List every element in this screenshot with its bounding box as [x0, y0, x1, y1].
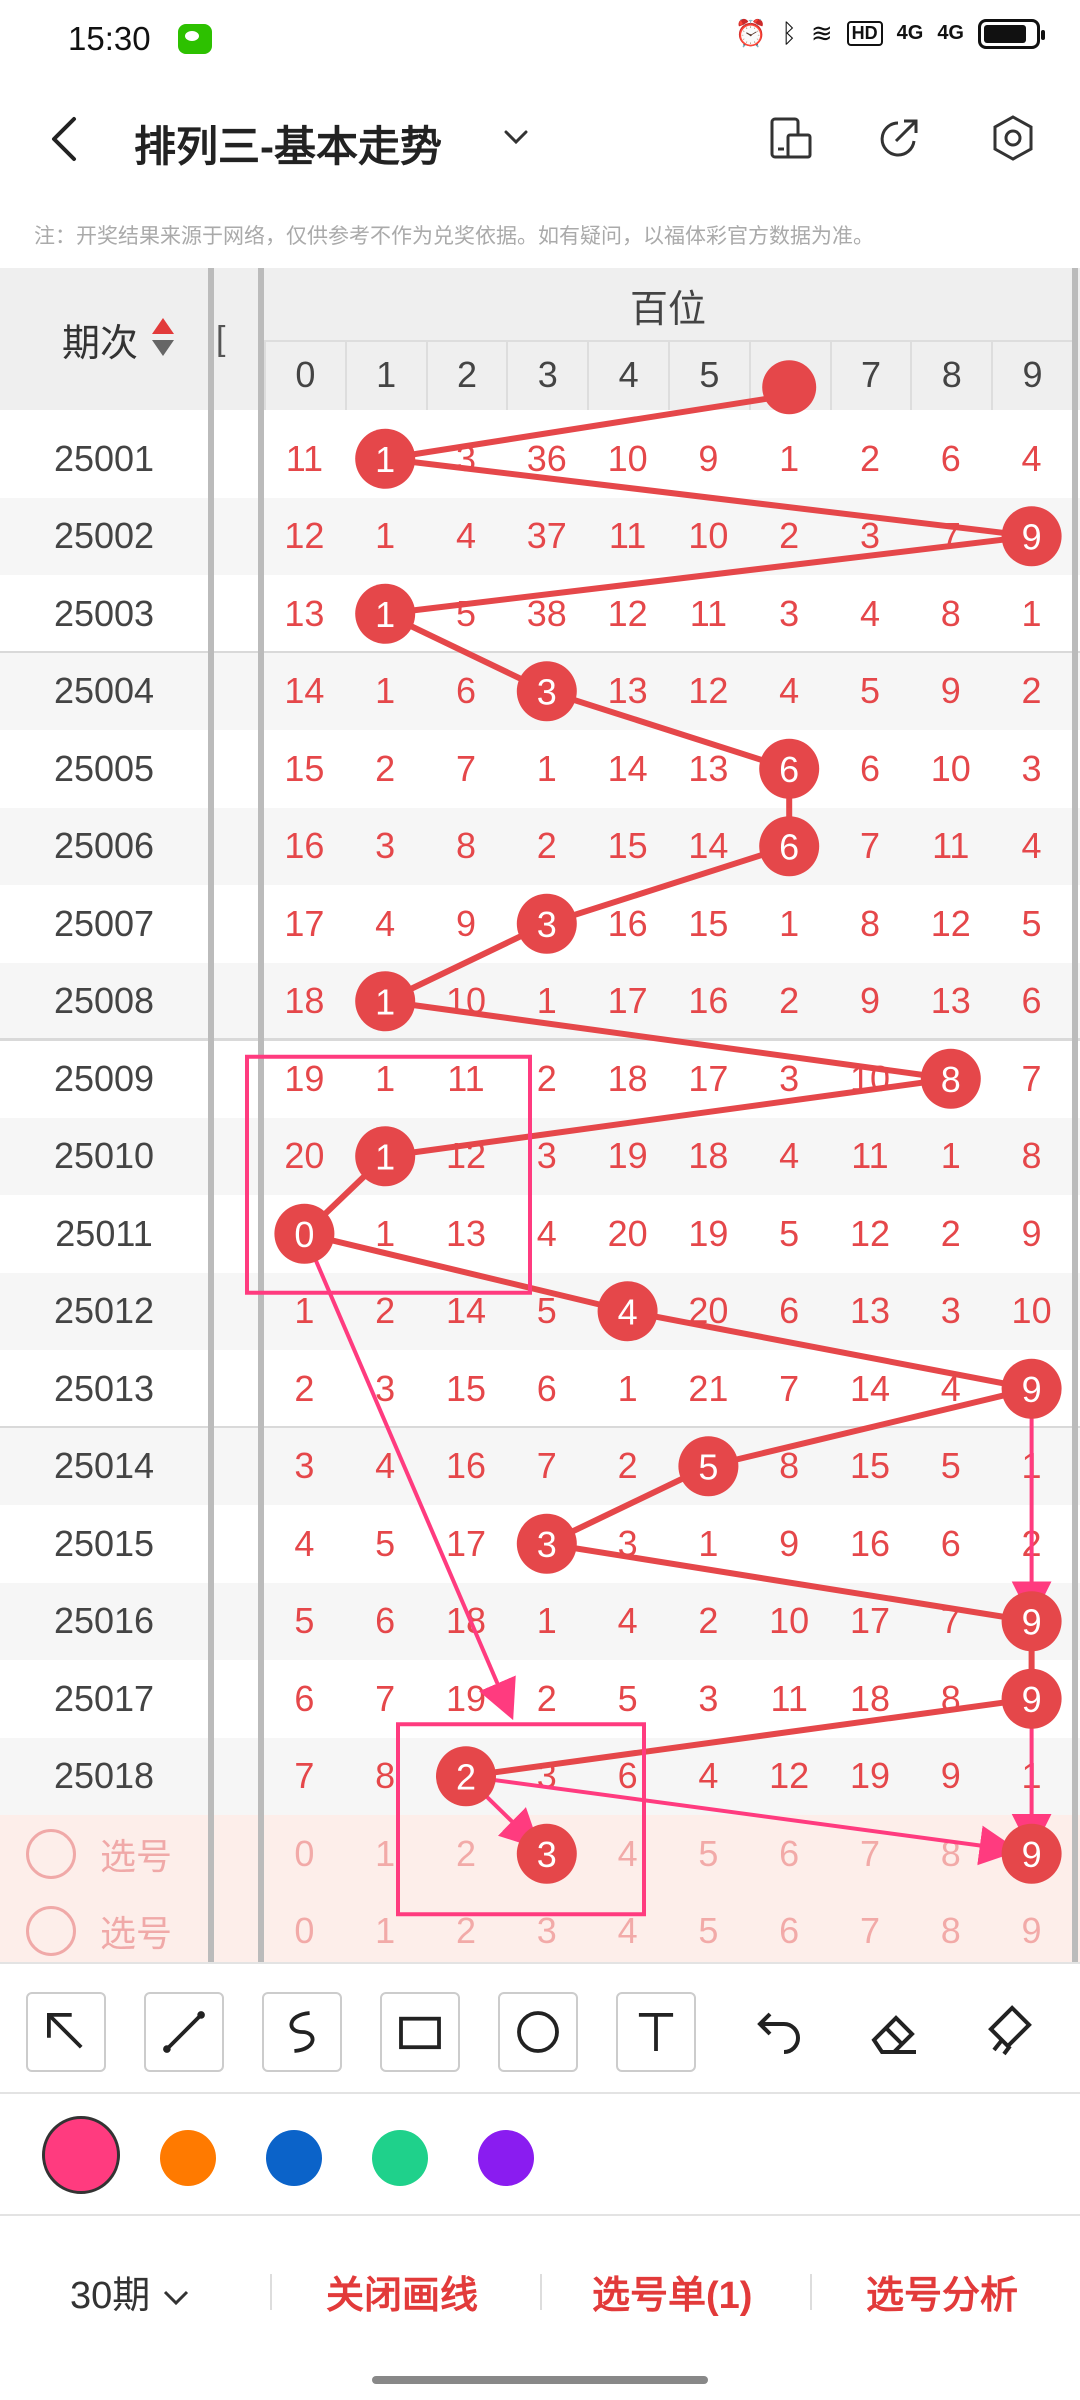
color-palette [0, 2092, 1080, 2214]
hit-ball-number: 9 [1022, 1601, 1042, 1642]
hit-ball-number: 1 [375, 981, 395, 1022]
chevron-down-icon [163, 2290, 188, 2306]
wechat-icon [178, 24, 212, 54]
curve-tool-icon[interactable] [262, 1992, 342, 2072]
home-indicator[interactable] [372, 2376, 708, 2384]
bottom-action-bar: 30期 关闭画线 选号单(1) 选号分析 [0, 2214, 1080, 2364]
color-swatch[interactable] [160, 2130, 216, 2186]
alarm-icon: ⏰ [734, 18, 768, 48]
back-icon[interactable] [44, 113, 84, 165]
trend-line-segment [545, 688, 791, 772]
status-time: 15:30 [68, 20, 151, 57]
drawn-rectangle [396, 1722, 646, 1917]
color-swatch[interactable] [372, 2130, 428, 2186]
hit-ball-number: 8 [941, 1059, 961, 1100]
period-label: 30期 [70, 2275, 151, 2317]
disclaimer-note: 注：开奖结果来源于网络，仅供参考不作为兑奖依据。如有疑问，以福体彩官方数据为准。 [34, 225, 874, 248]
app-header: 排列三-基本走势 [0, 95, 1080, 185]
hit-ball-number: 1 [375, 1136, 395, 1177]
battery-icon [978, 18, 1045, 49]
color-swatch[interactable] [478, 2130, 534, 2186]
hit-ball-number: 1 [375, 594, 395, 635]
trend-line-segment [707, 1385, 1033, 1470]
selected-pick-number: 9 [1022, 1834, 1042, 1875]
hit-ball-number: 6 [779, 749, 799, 790]
trend-line-segment [546, 1540, 1033, 1625]
line-tool-icon[interactable] [144, 1992, 224, 2072]
trend-line-segment [627, 1308, 1033, 1392]
hit-ball-number: 9 [1022, 516, 1042, 557]
trend-line-segment [384, 533, 1032, 617]
hit-ball-number: 0 [294, 1214, 314, 1255]
trend-line-segment [303, 1230, 629, 1315]
drawing-toolbar [0, 1962, 1080, 2092]
settings-icon[interactable] [988, 113, 1038, 163]
status-icons: ⏰ ᛒ ≋ HD 4G 4G [734, 18, 1045, 49]
signal-icon-1: 4G [896, 22, 924, 44]
trend-table: 期次 [ 百位 0 1 2 3 4 5 6 7 8 9 250011113361… [0, 268, 1080, 1962]
trend-line-segment [384, 392, 790, 462]
device-icon[interactable] [766, 113, 816, 163]
rectangle-tool-icon[interactable] [380, 1992, 460, 2072]
period-selector[interactable]: 30期 [70, 2264, 191, 2319]
hit-ball-number: 9 [1022, 1369, 1042, 1410]
trend-line-segment [384, 1075, 952, 1160]
hit-ball-number: 6 [779, 826, 799, 867]
pick-analysis-button[interactable]: 选号分析 [866, 2264, 1018, 2319]
color-swatch-selected[interactable] [42, 2116, 120, 2194]
pick-list-button[interactable]: 选号单(1) [592, 2264, 752, 2319]
hit-ball-number: 4 [618, 1291, 638, 1332]
bluetooth-icon: ᛒ [781, 18, 797, 48]
eraser-tool-icon[interactable] [854, 1992, 934, 2072]
clear-tool-icon[interactable] [972, 1992, 1052, 2072]
circle-tool-icon[interactable] [498, 1992, 578, 2072]
hit-ball-number: 1 [375, 439, 395, 480]
hit-ball-number: 2 [456, 1756, 476, 1797]
text-tool-icon[interactable] [616, 1992, 696, 2072]
trend-line-overlay: 1 9 1 3 6 6 3 1 8 1 0 4 9 5 3 9 9 2 3 9 [245, 360, 1062, 1917]
hit-ball-number: 9 [1022, 1679, 1042, 1720]
wifi-icon: ≋ [810, 18, 833, 48]
caret-down-icon[interactable] [500, 121, 532, 153]
hd-icon: HD [846, 21, 883, 46]
hit-ball-number: 3 [537, 1524, 557, 1565]
trend-line-segment [384, 998, 952, 1082]
status-bar: 15:30 ⏰ ᛒ ≋ HD 4G 4G [0, 0, 1080, 80]
drawn-arrow [302, 1232, 516, 1721]
color-swatch[interactable] [266, 2130, 322, 2186]
trend-line-segment [545, 843, 791, 927]
undo-tool-icon[interactable] [736, 1992, 816, 2072]
hit-ball-number: 3 [537, 904, 557, 945]
arrow-tool-icon[interactable] [26, 1992, 106, 2072]
hit-ball-number: 3 [537, 671, 557, 712]
selected-pick-number: 3 [537, 1834, 557, 1875]
page-title[interactable]: 排列三-基本走势 [134, 113, 442, 174]
trend-line-segment [465, 1695, 1033, 1780]
trend-line-segment [384, 455, 1032, 540]
signal-icon-2: 4G [937, 22, 964, 44]
hit-ball [762, 360, 817, 415]
share-icon[interactable] [874, 113, 924, 163]
hit-ball-number: 5 [698, 1446, 718, 1487]
close-draw-button[interactable]: 关闭画线 [326, 2264, 478, 2319]
